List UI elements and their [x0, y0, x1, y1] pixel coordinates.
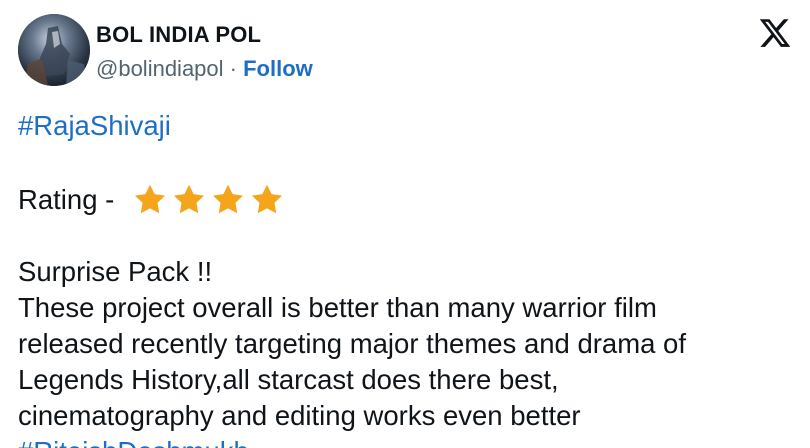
star-icon — [212, 184, 243, 214]
hashtag-riteish-deshmukh[interactable]: #RiteishDeshmukh — [18, 434, 798, 448]
star-icon — [173, 184, 204, 214]
star-icon — [134, 184, 165, 214]
hashtag-raja-shivaji[interactable]: #RajaShivaji — [18, 108, 798, 144]
tweet-line-4: Legends History,all starcast does there … — [18, 364, 559, 395]
meta-separator: · — [223, 56, 244, 81]
avatar-image — [18, 14, 90, 86]
tweet-text: #RajaShivaji Rating - Surprise Pack !! T… — [18, 108, 798, 448]
rating-label: Rating - — [18, 184, 122, 215]
star-icon — [251, 184, 282, 214]
tweet-line-1: Surprise Pack !! — [18, 256, 213, 287]
tweet-line-5: cinematography and editing works even be… — [18, 400, 581, 431]
author-name[interactable]: BOL INDIA POL — [96, 22, 261, 48]
author-meta: @bolindiapol · Follow — [96, 56, 313, 82]
tweet-line-3: released recently targeting major themes… — [18, 328, 686, 359]
profile-avatar[interactable] — [18, 14, 90, 86]
author-handle[interactable]: @bolindiapol — [96, 56, 224, 81]
rating-stars — [132, 182, 288, 218]
tweet-card: BOL INDIA POL @bolindiapol · Follow #Raj… — [0, 0, 810, 448]
rating-row: Rating - — [18, 182, 798, 218]
tweet-line-2: These project overall is better than man… — [18, 292, 657, 323]
follow-button[interactable]: Follow — [243, 56, 313, 81]
x-logo-icon[interactable] — [758, 16, 792, 50]
